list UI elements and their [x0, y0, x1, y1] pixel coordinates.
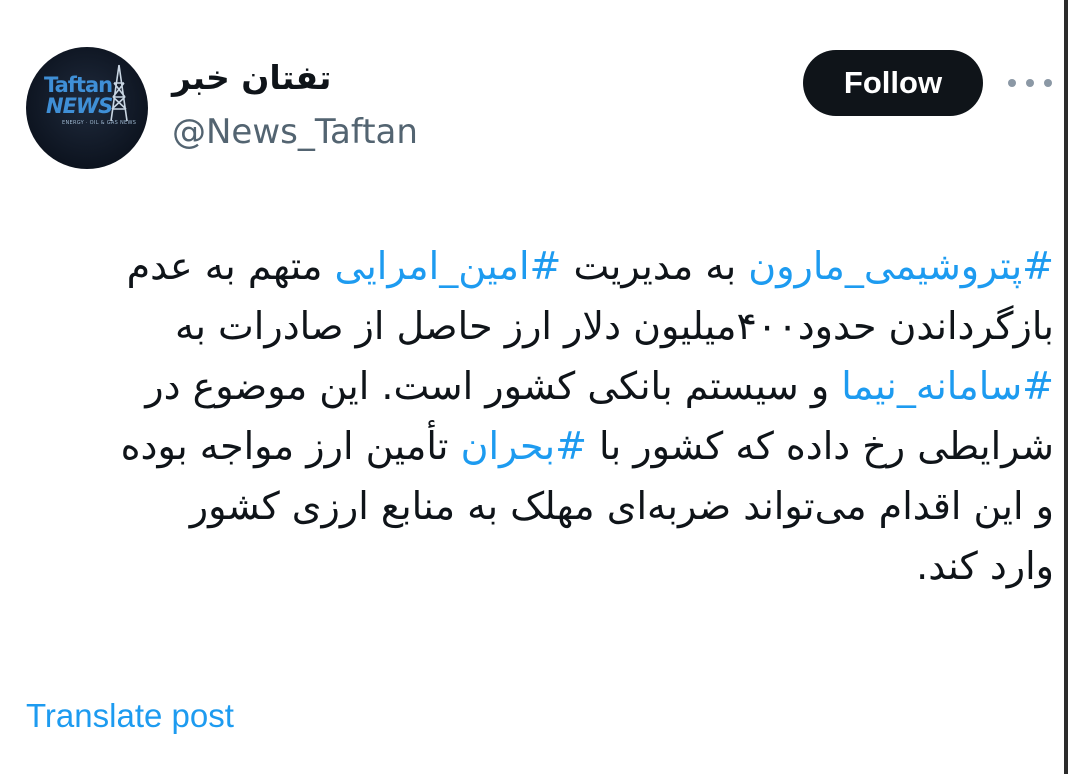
more-options-icon[interactable] [1008, 72, 1052, 94]
tweet-text-segment: بازگرداندن حدود۴۰۰میلیون دلار ارز حاصل ا… [174, 304, 1054, 348]
hashtag-link[interactable]: #امین_امرایی [335, 244, 562, 288]
tweet-line: شرایطی رخ داده که کشور با #بحران تأمین ا… [22, 416, 1054, 476]
author-handle[interactable]: @News_Taftan [172, 112, 418, 153]
more-dot [1026, 79, 1034, 87]
hashtag-link[interactable]: #پتروشیمی_مارون [748, 244, 1054, 288]
follow-button[interactable]: Follow [803, 50, 983, 116]
tweet-text-segment: تأمین ارز مواجه بوده [120, 424, 461, 468]
scrollbar[interactable] [1064, 0, 1068, 774]
avatar-logo-bottom: NEWS [46, 94, 113, 118]
tweet-line: و این اقدام می‌تواند ضربه‌ای مهلک به منا… [22, 476, 1054, 536]
tweet-line: #پتروشیمی_مارون به مدیریت #امین_امرایی م… [22, 236, 1054, 296]
translate-post-link[interactable]: Translate post [26, 697, 234, 735]
avatar-logo-top: Taftan [44, 73, 113, 97]
tweet-line: بازگرداندن حدود۴۰۰میلیون دلار ارز حاصل ا… [22, 296, 1054, 356]
avatar[interactable]: Taftan NEWS ENERGY · OIL & GAS NEWS [26, 47, 148, 169]
tweet-line: #سامانه_نیما و سیستم بانکی کشور است. این… [22, 356, 1054, 416]
more-dot [1008, 79, 1016, 87]
tweet-text-segment: به مدیریت [561, 244, 749, 288]
hashtag-link[interactable]: #سامانه_نیما [841, 364, 1054, 408]
tweet-text-segment: و این اقدام می‌تواند ضربه‌ای مهلک به منا… [189, 484, 1054, 528]
author-display-name[interactable]: تفتان خبر [172, 58, 331, 98]
hashtag-link[interactable]: #بحران [461, 424, 587, 468]
tweet-line: وارد کند. [22, 536, 1054, 596]
tweet-text: #پتروشیمی_مارون به مدیریت #امین_امرایی م… [22, 236, 1054, 596]
tweet-text-segment: و سیستم بانکی کشور است. این موضوع در [145, 364, 842, 408]
tweet-text-segment: متهم به عدم [126, 244, 335, 288]
more-dot [1044, 79, 1052, 87]
tweet-text-segment: وارد کند. [916, 544, 1054, 588]
avatar-logo-tagline: ENERGY · OIL & GAS NEWS [62, 120, 137, 126]
tweet-text-segment: شرایطی رخ داده که کشور با [586, 424, 1054, 468]
